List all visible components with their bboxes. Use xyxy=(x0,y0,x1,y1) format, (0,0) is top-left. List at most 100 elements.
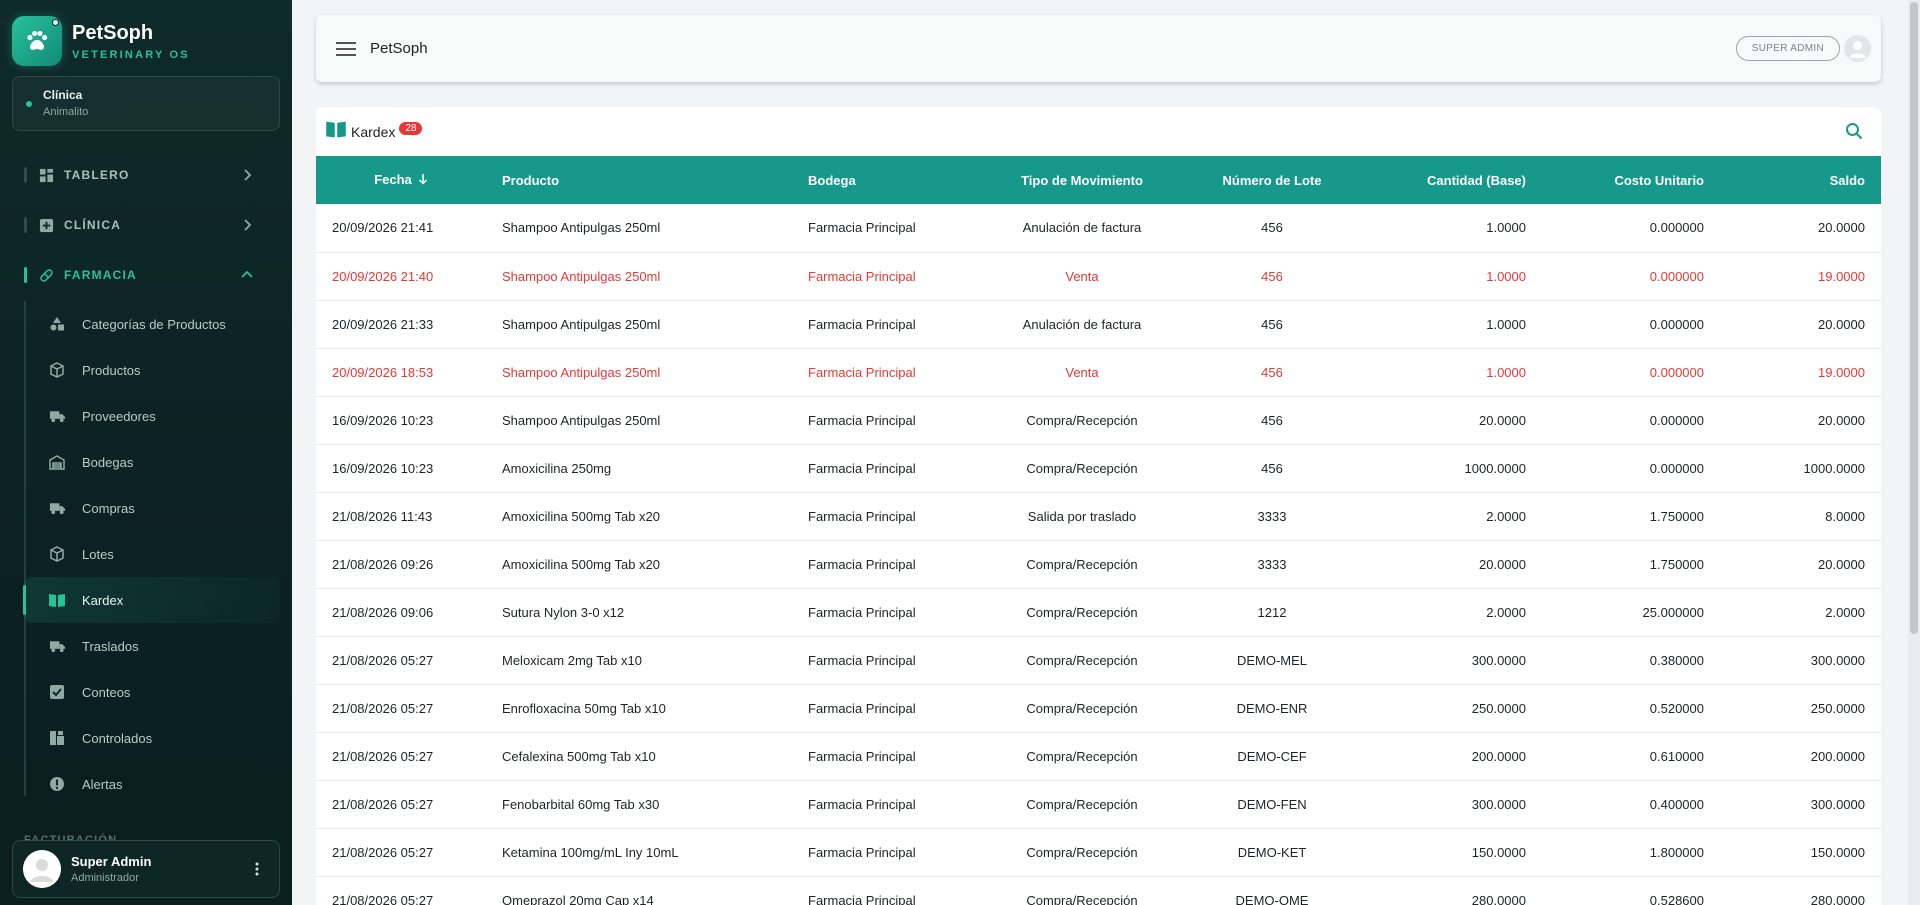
cell-tipo: Compra/Recepción xyxy=(1026,844,1138,860)
cell-cantidad: 300.0000 xyxy=(1471,796,1526,812)
table-row[interactable]: 21/08/2026 09:26 Amoxicilina 500mg Tab x2… xyxy=(316,540,1881,588)
search-icon[interactable] xyxy=(1843,120,1865,142)
cell-costo: 0.400000 xyxy=(1649,796,1704,812)
cell-tipo: Compra/Recepción xyxy=(1026,604,1138,620)
column-header-producto[interactable]: Producto xyxy=(486,156,792,204)
sidebar-item-conteos[interactable]: Conteos xyxy=(24,669,280,715)
chevron-up-icon xyxy=(240,268,254,282)
shipping-truck-icon xyxy=(48,499,66,517)
cell-fecha: 21/08/2026 05:27 xyxy=(332,796,434,812)
table-row[interactable]: 21/08/2026 05:27 Cefalexina 500mg Tab x10… xyxy=(316,732,1881,780)
chevron-right-icon xyxy=(240,168,254,182)
nav-section-tablero[interactable]: TABLERO xyxy=(24,166,254,184)
cell-tipo: Compra/Recepción xyxy=(1026,892,1138,905)
cell-lote: DEMO-FEN xyxy=(1237,796,1307,812)
cell-fecha: 20/09/2026 21:41 xyxy=(332,220,434,236)
sidebar-item-compras[interactable]: Compras xyxy=(24,485,280,531)
sidebar-item-label: Kardex xyxy=(82,592,124,608)
table-row[interactable]: 16/09/2026 10:23 Shampoo Antipulgas 250ml… xyxy=(316,396,1881,444)
cell-lote: DEMO-KET xyxy=(1237,844,1307,860)
cell-fecha: 20/09/2026 21:33 xyxy=(332,316,434,332)
table-row[interactable]: 21/08/2026 05:27 Enrofloxacina 50mg Tab x… xyxy=(316,684,1881,732)
sidebar: PetSoph VETERINARY OS Clínica Animalito … xyxy=(0,0,292,905)
brand[interactable]: PetSoph VETERINARY OS xyxy=(12,16,190,66)
cell-fecha: 16/09/2026 10:23 xyxy=(332,412,434,428)
profile-avatar[interactable] xyxy=(1844,35,1871,62)
clinic-name: Animalito xyxy=(43,106,89,118)
cell-bodega: Farmacia Principal xyxy=(808,844,916,860)
user-role: Administrador xyxy=(71,872,139,884)
table-row[interactable]: 20/09/2026 21:40 Shampoo Antipulgas 250ml… xyxy=(316,252,1881,300)
cell-lote: DEMO-OME xyxy=(1235,892,1309,905)
more-options-icon[interactable] xyxy=(247,859,267,879)
medical-plus-icon xyxy=(39,218,54,233)
table-row[interactable]: 21/08/2026 05:27 Ketamina 100mg/mL Iny 10… xyxy=(316,828,1881,876)
table-row[interactable]: 21/08/2026 09:06 Sutura Nylon 3-0 x12 Farm… xyxy=(316,588,1881,636)
table-row[interactable]: 21/08/2026 11:43 Amoxicilina 500mg Tab x2… xyxy=(316,492,1881,540)
status-dot xyxy=(52,19,59,26)
alert-icon xyxy=(48,775,66,793)
table-row[interactable]: 21/08/2026 05:27 Omeprazol 20mg Cap x14 Fa… xyxy=(316,876,1881,905)
sidebar-item-productos[interactable]: Productos xyxy=(24,347,280,393)
table-row[interactable]: 21/08/2026 05:27 Fenobarbital 60mg Tab x3… xyxy=(316,780,1881,828)
cell-saldo: 300.0000 xyxy=(1810,796,1865,812)
column-header-bodega[interactable]: Bodega xyxy=(792,156,992,204)
cell-costo: 0.380000 xyxy=(1649,652,1704,668)
column-header-cantidad[interactable]: Cantidad (Base) xyxy=(1372,156,1542,204)
sidebar-item-categorias[interactable]: Categorías de Productos xyxy=(24,301,280,347)
cell-tipo: Anulación de factura xyxy=(1022,220,1142,236)
boxes-icon xyxy=(48,545,66,563)
table-row[interactable]: 21/08/2026 05:27 Meloxicam 2mg Tab x10 Far… xyxy=(316,636,1881,684)
table-row[interactable]: 20/09/2026 21:33 Shampoo Antipulgas 250ml… xyxy=(316,300,1881,348)
cell-cantidad: 280.0000 xyxy=(1471,892,1526,905)
page-title: Kardex xyxy=(351,123,396,140)
cell-fecha: 16/09/2026 10:23 xyxy=(332,460,434,476)
table-row[interactable]: 16/09/2026 10:23 Amoxicilina 250mg Farmaci… xyxy=(316,444,1881,492)
cell-cantidad: 1.0000 xyxy=(1486,268,1526,284)
page-scrollbar[interactable] xyxy=(1908,0,1920,905)
cell-producto: Enrofloxacina 50mg Tab x10 xyxy=(502,700,666,716)
cell-cantidad: 20.0000 xyxy=(1479,412,1526,428)
column-header-tipo[interactable]: Tipo de Movimiento xyxy=(992,156,1172,204)
cell-fecha: 21/08/2026 05:27 xyxy=(332,892,434,905)
user-name: Super Admin xyxy=(71,854,152,869)
cell-tipo: Compra/Recepción xyxy=(1026,796,1138,812)
column-header-lote[interactable]: Número de Lote xyxy=(1172,156,1372,204)
role-chip: SUPER ADMIN xyxy=(1735,36,1840,61)
cell-lote: 456 xyxy=(1261,316,1283,332)
clinic-status-dot xyxy=(26,101,32,107)
cell-fecha: 21/08/2026 09:26 xyxy=(332,556,434,572)
cell-producto: Shampoo Antipulgas 250ml xyxy=(502,268,661,284)
nav-section-label: TABLERO xyxy=(64,168,130,182)
cell-lote: 456 xyxy=(1261,460,1283,476)
sidebar-item-kardex[interactable]: Kardex xyxy=(23,577,280,623)
cell-fecha: 20/09/2026 18:53 xyxy=(332,364,434,380)
cell-producto: Cefalexina 500mg Tab x10 xyxy=(502,748,656,764)
cell-producto: Shampoo Antipulgas 250ml xyxy=(502,364,661,380)
nav-section-farmacia[interactable]: FARMACIA xyxy=(24,266,254,284)
sidebar-item-proveedores[interactable]: Proveedores xyxy=(24,393,280,439)
cell-saldo: 19.0000 xyxy=(1818,364,1865,380)
sidebar-item-alertas[interactable]: Alertas xyxy=(24,761,280,807)
scrollbar-thumb[interactable] xyxy=(1910,2,1918,634)
column-header-fecha[interactable]: Fecha xyxy=(316,156,486,204)
user-card[interactable]: Super Admin Administrador xyxy=(12,840,280,898)
column-header-saldo[interactable]: Saldo xyxy=(1720,156,1881,204)
table-row[interactable]: 20/09/2026 21:41 Shampoo Antipulgas 250ml… xyxy=(316,204,1881,252)
menu-icon[interactable] xyxy=(334,37,358,61)
cell-costo: 0.528600 xyxy=(1649,892,1704,905)
cell-saldo: 250.0000 xyxy=(1810,700,1865,716)
sidebar-item-controlados[interactable]: Controlados xyxy=(24,715,280,761)
column-header-costo[interactable]: Costo Unitario xyxy=(1542,156,1720,204)
sidebar-item-bodegas[interactable]: Bodegas xyxy=(24,439,280,485)
sidebar-item-lotes[interactable]: Lotes xyxy=(24,531,280,577)
sidebar-item-traslados[interactable]: Traslados xyxy=(24,623,280,669)
cell-costo: 1.750000 xyxy=(1649,508,1704,524)
cell-saldo: 8.0000 xyxy=(1825,508,1865,524)
cell-bodega: Farmacia Principal xyxy=(808,796,916,812)
table-row[interactable]: 20/09/2026 18:53 Shampoo Antipulgas 250ml… xyxy=(316,348,1881,396)
nav-section-clinica[interactable]: CLÍNICA xyxy=(24,216,254,234)
clinic-selector[interactable]: Clínica Animalito xyxy=(12,76,280,131)
cell-tipo: Compra/Recepción xyxy=(1026,460,1138,476)
cell-fecha: 21/08/2026 05:27 xyxy=(332,844,434,860)
